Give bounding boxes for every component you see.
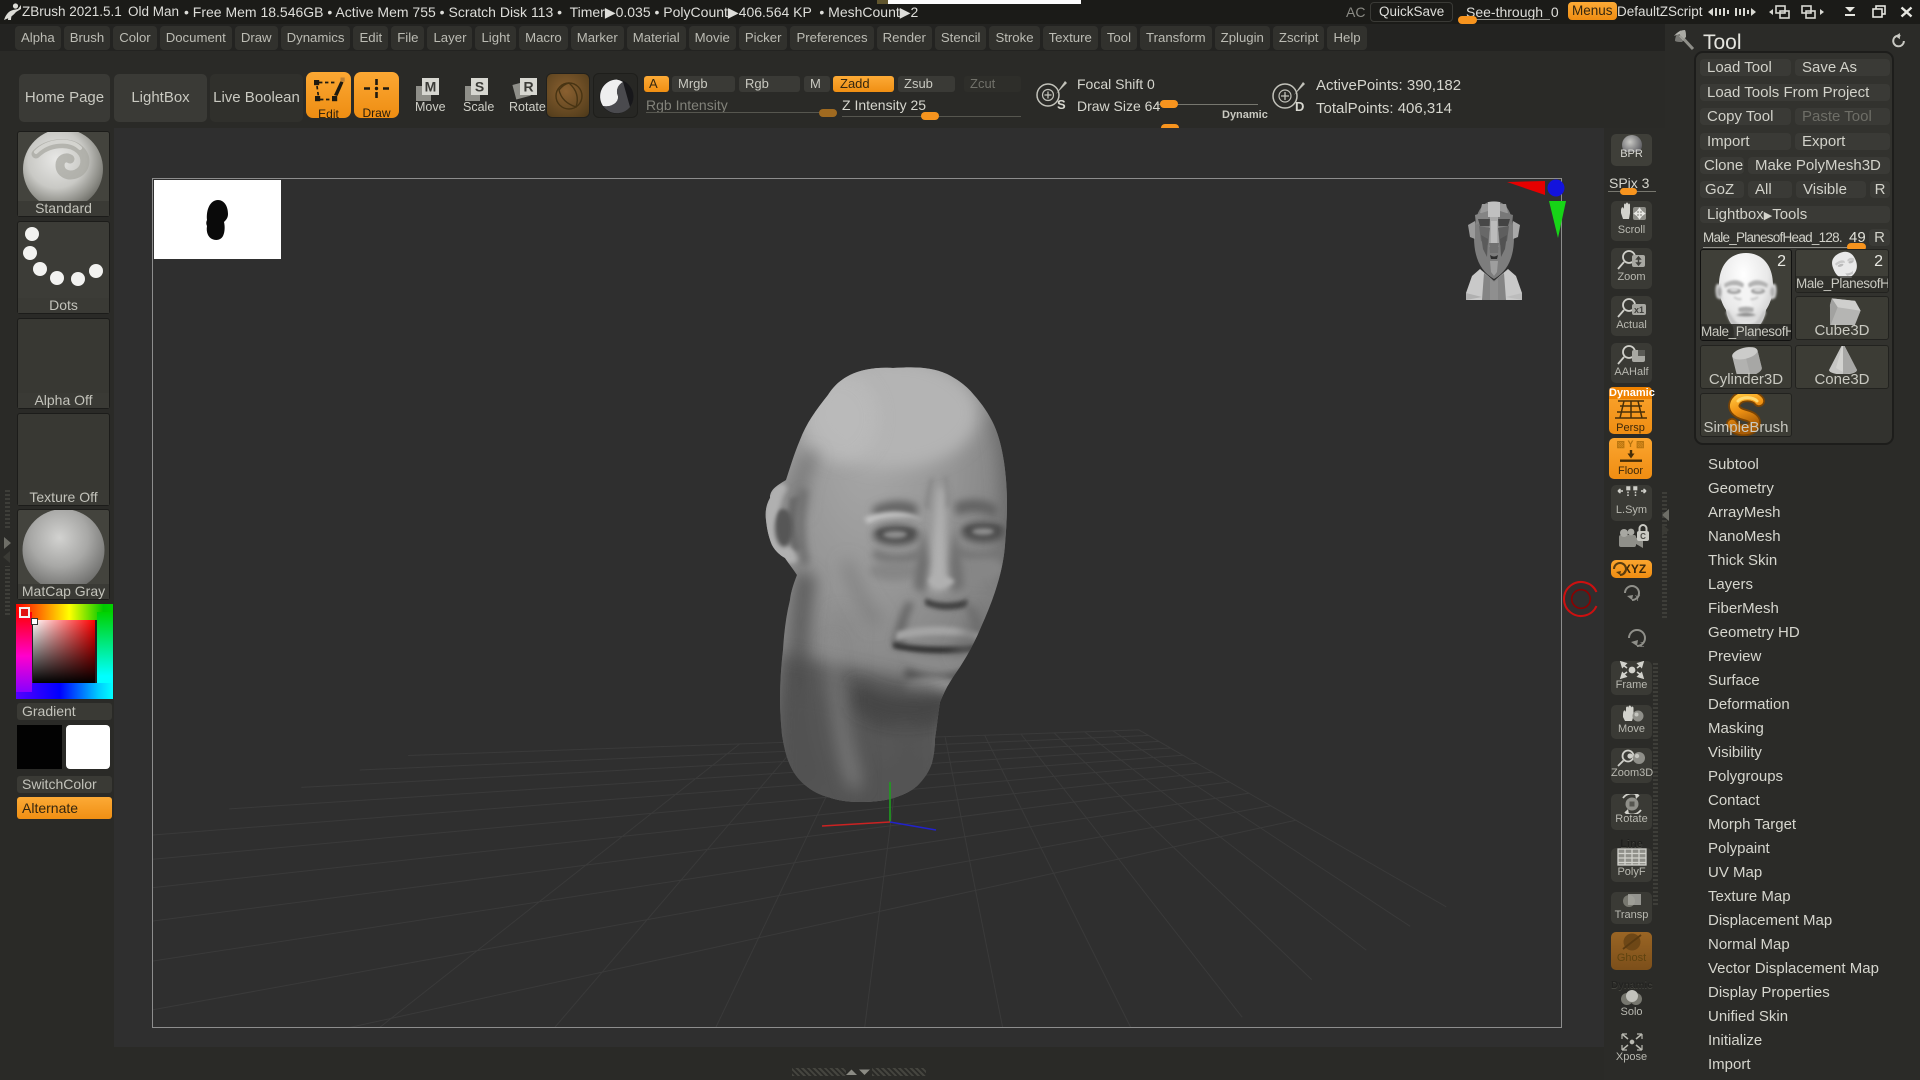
svg-text:Y: Y (1635, 594, 1641, 602)
svg-text:S: S (475, 79, 484, 95)
svg-text:C: C (1640, 532, 1646, 541)
svg-text:S: S (1057, 97, 1066, 112)
svg-text:M: M (425, 79, 437, 95)
svg-text:R: R (523, 79, 533, 95)
svg-text:z: z (1640, 639, 1645, 648)
svg-text:x1: x1 (1633, 305, 1643, 315)
svg-text:D: D (1295, 99, 1304, 114)
